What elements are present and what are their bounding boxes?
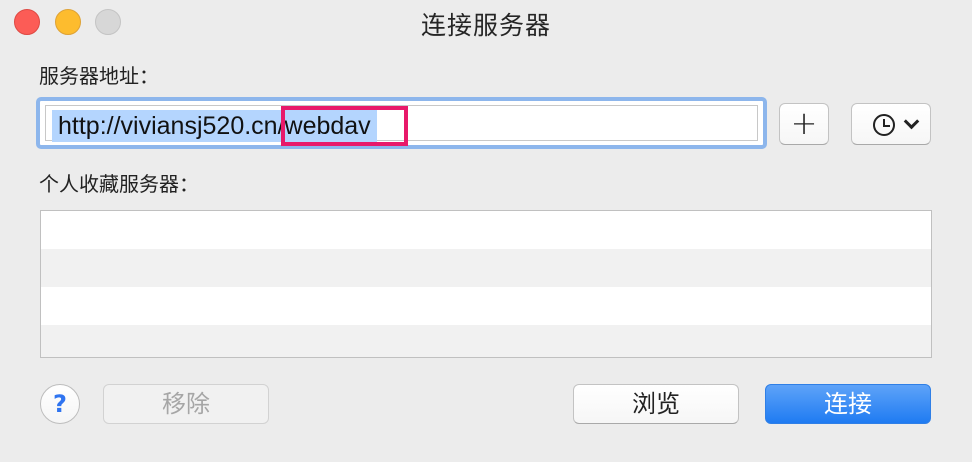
server-address-label: 服务器地址： — [39, 64, 159, 88]
remove-button[interactable]: 移除 — [103, 384, 269, 424]
recent-servers-button[interactable] — [851, 103, 931, 145]
title-bar: 连接服务器 — [0, 0, 972, 46]
clock-icon — [873, 114, 895, 136]
browse-button[interactable]: 浏览 — [573, 384, 739, 424]
server-address-field[interactable]: http://viviansj520.cn/webdav — [36, 97, 767, 149]
server-address-input-area[interactable]: http://viviansj520.cn/webdav — [45, 105, 758, 142]
chevron-down-icon — [903, 113, 920, 130]
favorite-servers-list[interactable] — [40, 210, 932, 358]
help-button[interactable]: ? — [40, 384, 80, 424]
window-title: 连接服务器 — [420, 11, 551, 40]
list-item[interactable] — [41, 211, 931, 249]
list-item[interactable] — [41, 325, 931, 357]
favorite-servers-label: 个人收藏服务器： — [39, 172, 199, 196]
connect-button[interactable]: 连接 — [765, 384, 931, 424]
add-favorite-button[interactable]: + — [779, 103, 829, 145]
list-item[interactable] — [41, 249, 931, 287]
list-item[interactable] — [41, 287, 931, 325]
server-address-input[interactable]: http://viviansj520.cn/webdav — [52, 110, 377, 142]
connect-to-server-dialog: 连接服务器 服务器地址： http://viviansj520.cn/webda… — [0, 0, 972, 462]
